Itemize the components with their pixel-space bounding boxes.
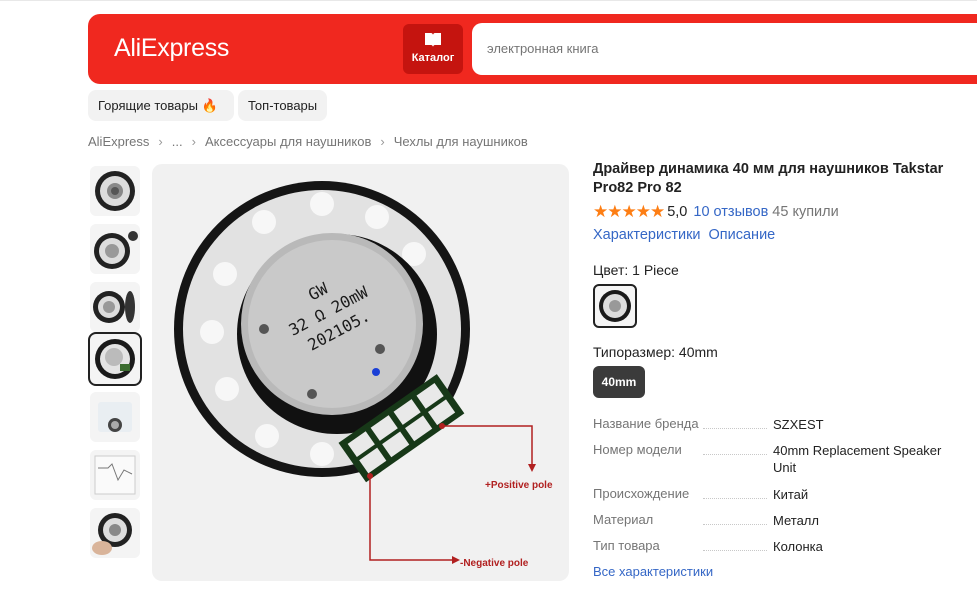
product-tabs: Характеристики Описание (593, 227, 775, 243)
spec-key: Номер модели (593, 442, 682, 457)
speaker-thumbnail-image (92, 513, 132, 555)
sold-count: 45 купили (772, 204, 839, 220)
reviews-link[interactable]: 10 отзывов (693, 204, 768, 220)
aliexpress-logo[interactable]: AliExpress (114, 34, 229, 63)
size-option-40mm[interactable]: 40mm (593, 366, 645, 398)
thumbnail[interactable] (90, 282, 140, 332)
pill-hot-deals[interactable]: Горящие товары 🔥 (88, 90, 234, 121)
breadcrumb: AliExpress ›... › Аксессуары для наушников ›… (88, 134, 528, 149)
spec-value: SZXEST (773, 417, 824, 432)
catalog-label: Каталог (411, 52, 455, 64)
site-header: AliExpress Каталог электронная книга (88, 14, 977, 84)
breadcrumb-item-headphone-cases[interactable]: Чехлы для наушников (394, 134, 528, 149)
speaker-thumbnail-image (93, 291, 135, 323)
breadcrumb-item-ellipsis[interactable]: ... (172, 134, 183, 149)
speaker-driver-image: GW 32 Ω 20mW 202105. +Positive pole -Neg… (174, 181, 553, 569)
speaker-thumbnail-image (94, 231, 138, 269)
negative-pole-label: -Negative pole (460, 558, 529, 569)
spec-value: Китай (773, 487, 809, 502)
chevron-right-icon: › (158, 134, 163, 149)
rating-value: 5,0 (667, 204, 688, 220)
tab-description[interactable]: Описание (709, 227, 776, 243)
breadcrumb-item-headphone-accessories[interactable]: Аксессуары для наушников (205, 134, 371, 149)
color-option-swatch[interactable] (593, 284, 637, 328)
thumbnail[interactable] (90, 392, 140, 442)
package-thumbnail-image (98, 402, 132, 432)
speaker-thumbnail-image (95, 171, 135, 211)
thumbnail[interactable] (90, 450, 140, 500)
thumbnail[interactable] (90, 224, 140, 274)
search-input[interactable]: электронная книга (472, 23, 977, 75)
pill-top-products[interactable]: Топ-товары (238, 90, 328, 121)
book-icon (425, 33, 441, 47)
positive-pole-label: +Positive pole (485, 480, 553, 491)
spec-key: Тип товара (593, 538, 660, 553)
color-label: Цвет: 1 Piece (593, 262, 679, 278)
graph-thumbnail-image (94, 455, 136, 495)
thumbnail-active[interactable] (88, 332, 142, 386)
product-title: Драйвер динамика 40 мм для наушников Tak… (593, 161, 944, 196)
all-specs-link[interactable]: Все характеристики (593, 564, 713, 579)
rating-row: ★★★★★ 5,0 10 отзывов 45 купили (593, 202, 839, 222)
star-rating-icon: ★★★★★ (593, 202, 665, 221)
speaker-swatch-image (599, 290, 631, 322)
spec-value: 40mm Replacement Speaker Unit (773, 443, 942, 475)
spec-value: Металл (773, 513, 819, 528)
spec-key: Происхождение (593, 486, 690, 501)
thumbnail[interactable] (90, 166, 140, 216)
speaker-thumbnail-image (95, 339, 135, 379)
search-placeholder: электронная книга (487, 41, 599, 56)
size-label: Типоразмер: 40mm (593, 344, 718, 360)
tab-specifications[interactable]: Характеристики (593, 227, 701, 243)
spec-value: Колонка (773, 539, 823, 554)
catalog-button[interactable]: Каталог (403, 24, 463, 74)
main-product-image[interactable]: GW 32 Ω 20mW 202105. +Positive pole -Neg… (152, 164, 569, 581)
product-info: Драйвер динамика 40 мм для наушников Tak… (593, 160, 977, 579)
spec-key: Название бренда (593, 416, 699, 431)
chevron-right-icon: › (380, 134, 385, 149)
top-divider (0, 0, 977, 1)
thumbnail[interactable] (90, 508, 140, 558)
breadcrumb-item-home[interactable]: AliExpress (88, 134, 149, 149)
spec-key: Материал (593, 512, 654, 527)
chevron-right-icon: › (191, 134, 196, 149)
